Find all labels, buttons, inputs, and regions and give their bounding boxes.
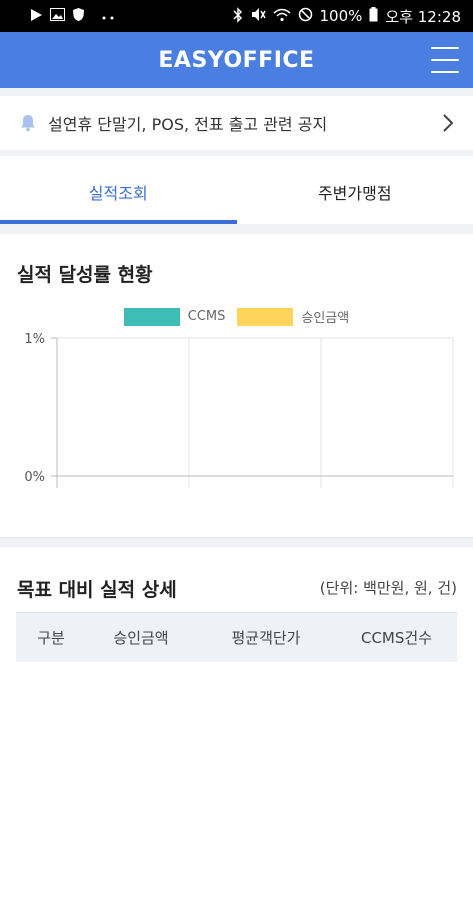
performance-chart: 1% 0%: [24, 332, 454, 488]
chevron-right-icon: [443, 114, 454, 132]
notice-banner[interactable]: 설연휴 단말기, POS, 전표 출고 관련 공지: [0, 96, 473, 156]
section-divider: [0, 537, 473, 547]
column-header-category: 구분: [37, 629, 65, 647]
bell-icon: [21, 115, 35, 132]
table-header: 구분 승인금액 평균객단가 CCMS건수: [16, 612, 457, 662]
battery-level: 100%: [319, 7, 363, 25]
status-time: 오후 12:28: [385, 7, 461, 26]
detail-title: 목표 대비 실적 상세: [17, 579, 177, 601]
wifi-icon: [273, 8, 291, 25]
shield-icon: [72, 7, 85, 25]
play-icon: [30, 8, 43, 25]
column-header-ccms-count: CCMS건수: [360, 629, 432, 647]
mute-icon: [250, 7, 266, 25]
y-tick-label: 1%: [24, 332, 45, 347]
status-right: 100% 오후 12:28: [232, 6, 461, 27]
gallery-icon: [50, 8, 65, 24]
bluetooth-icon: [232, 6, 243, 26]
status-bar: 100% 오후 12:28: [0, 0, 473, 32]
y-tick-label: 0%: [24, 470, 45, 485]
app-header: EASYOFFICE: [0, 32, 473, 88]
battery-icon: [369, 7, 378, 25]
unit-note: (단위: 백만원, 원, 건): [319, 579, 457, 597]
tab-nearby-merchants[interactable]: 주변가맹점: [237, 160, 473, 224]
header-gap: [0, 88, 473, 96]
hamburger-menu-icon[interactable]: [431, 47, 459, 73]
status-left: [30, 7, 116, 25]
no-disturb-icon: [298, 7, 313, 25]
tab-performance[interactable]: 실적조회: [0, 160, 237, 224]
more-dots-icon: [102, 10, 116, 23]
column-header-avg-ticket: 평균객단가: [231, 629, 301, 647]
notice-text: 설연휴 단말기, POS, 전표 출고 관련 공지: [48, 115, 328, 134]
column-header-approval-amount: 승인금액: [113, 629, 169, 647]
app-title: EASYOFFICE: [158, 47, 315, 73]
tab-bar: 실적조회 주변가맹점: [0, 160, 473, 224]
tabs-divider: [0, 224, 473, 234]
performance-title: 실적 달성률 현황: [17, 264, 153, 286]
